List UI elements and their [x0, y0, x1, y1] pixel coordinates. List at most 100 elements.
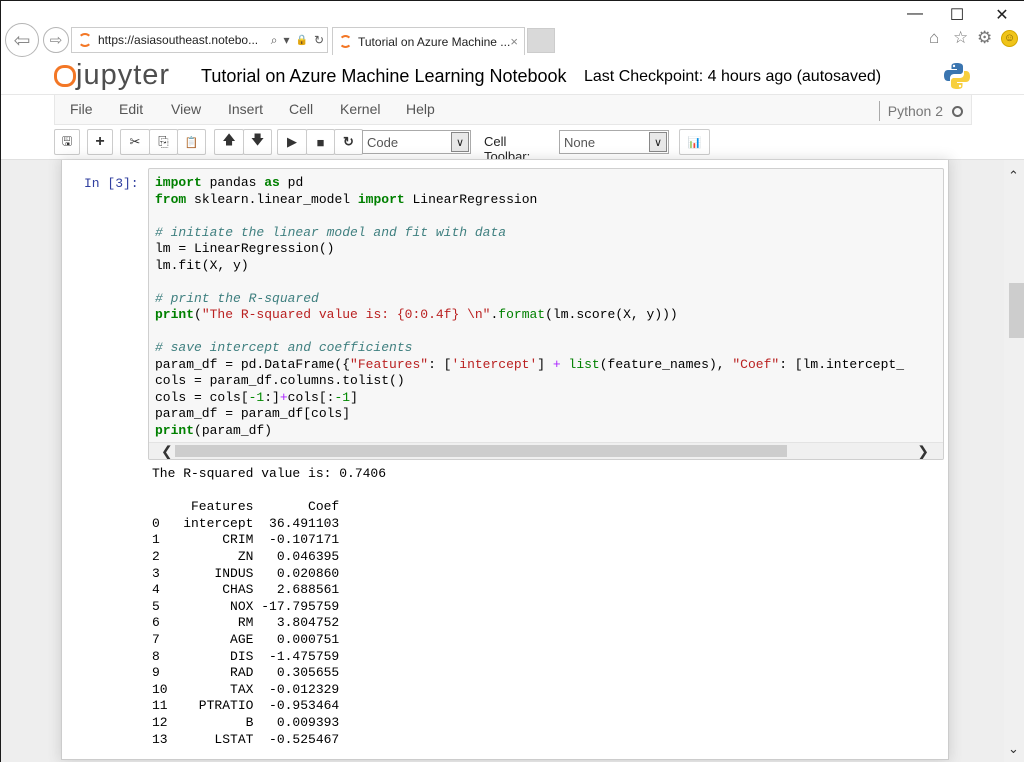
- celltoolbar-button[interactable]: 📊: [679, 129, 710, 155]
- code-token: # save intercept and coefficients: [155, 340, 413, 355]
- code-token: cols[:: [287, 389, 335, 405]
- interrupt-button[interactable]: ■: [306, 129, 335, 155]
- cell-type-value: Code: [367, 134, 399, 150]
- bar-chart-icon: 📊: [687, 136, 702, 149]
- code-text[interactable]: import pandas as pd from sklearn.linear_m…: [155, 175, 904, 439]
- copy-icon: ⎘: [158, 134, 169, 149]
- menu-kernel[interactable]: Kernel: [340, 101, 380, 117]
- maximize-button[interactable]: ☐: [947, 5, 967, 25]
- python-logo-icon: [944, 63, 970, 89]
- search-icon[interactable]: ⌕: [271, 33, 278, 48]
- home-icon[interactable]: ⌂: [929, 28, 939, 48]
- close-window-button[interactable]: ✕: [992, 5, 1012, 25]
- horizontal-scrollbar[interactable]: ❮ ❯: [149, 442, 943, 459]
- code-line: lm.fit(X, y): [155, 258, 904, 275]
- forward-arrow-icon: ⇨: [49, 32, 63, 49]
- cell-toolbar-select[interactable]: None ∨: [559, 130, 669, 154]
- vertical-scrollbar[interactable]: ⌃ ⌄: [1004, 160, 1024, 762]
- move-down-button[interactable]: 🡇: [243, 129, 272, 155]
- code-token: from: [155, 191, 187, 207]
- code-token: sklearn.linear_model: [186, 191, 358, 207]
- code-token: (lm.score(X, y))): [545, 307, 678, 322]
- code-line: import pandas as pd: [155, 175, 904, 192]
- notebook-title[interactable]: Tutorial on Azure Machine Learning Noteb…: [201, 66, 567, 87]
- scroll-up-icon[interactable]: ⌃: [1008, 168, 1019, 184]
- minimize-button[interactable]: —: [905, 5, 925, 23]
- tab-favicon-icon: [339, 35, 352, 48]
- new-tab-button[interactable]: [527, 28, 555, 53]
- checkpoint-status: Last Checkpoint: 4 hours ago (autosaved): [584, 68, 882, 85]
- scroll-left-icon[interactable]: ❮: [161, 443, 173, 459]
- menu-help[interactable]: Help: [406, 101, 435, 117]
- feedback-smiley-icon[interactable]: ☺: [1001, 30, 1018, 47]
- tab-close-icon[interactable]: ×: [510, 34, 518, 49]
- code-editor[interactable]: import pandas as pd from sklearn.linear_m…: [148, 168, 944, 460]
- menu-view[interactable]: View: [171, 101, 201, 117]
- code-token: (param_df): [194, 422, 273, 438]
- scroll-down-icon[interactable]: ⌄: [1008, 741, 1019, 757]
- table-row: 7 AGE 0.000751: [152, 631, 340, 647]
- code-token: param_df = pd.DataFrame({: [155, 356, 351, 372]
- menu-insert[interactable]: Insert: [228, 101, 263, 117]
- scissors-icon: ✂: [129, 134, 141, 149]
- run-button[interactable]: ▶: [277, 129, 307, 155]
- back-button[interactable]: ⇦: [5, 23, 39, 57]
- forward-button[interactable]: ⇨: [43, 27, 69, 53]
- jupyter-logo[interactable]: jupyter: [53, 59, 170, 92]
- plus-icon: +: [95, 133, 105, 150]
- url-text[interactable]: https://asiasoutheast.notebo...: [98, 33, 268, 47]
- cell-type-select[interactable]: Code ∨: [362, 130, 471, 154]
- kernel-idle-icon: [952, 105, 963, 117]
- favorites-star-icon[interactable]: ☆: [953, 28, 968, 48]
- code-token: print: [155, 307, 195, 322]
- menu-edit[interactable]: Edit: [119, 101, 143, 117]
- code-token: cols = cols[: [155, 389, 249, 405]
- code-token: param_df = param_df[cols]: [155, 406, 351, 421]
- paste-button[interactable]: 📋: [177, 129, 206, 155]
- refresh-icon[interactable]: ↻: [314, 33, 324, 47]
- stop-icon: ■: [316, 134, 325, 150]
- code-token: LinearRegression: [404, 191, 538, 207]
- table-row: 4 CHAS 2.688561: [152, 582, 340, 598]
- move-up-button[interactable]: 🡅: [214, 129, 244, 155]
- address-bar[interactable]: https://asiasoutheast.notebo... ⌕ ▾ 🔒 ↻: [71, 27, 328, 53]
- code-token: import: [357, 191, 405, 207]
- scroll-right-icon[interactable]: ❯: [917, 443, 929, 459]
- code-token: (feature_names),: [599, 356, 733, 372]
- horizontal-scroll-thumb[interactable]: [175, 445, 787, 457]
- code-token: : [lm.intercept_: [779, 356, 905, 372]
- arrow-up-icon: 🡅: [222, 132, 236, 147]
- code-token: +: [552, 356, 561, 372]
- dropdown-icon[interactable]: ▾: [283, 33, 289, 47]
- code-token: as: [264, 175, 280, 190]
- table-row: 9 RAD 0.305655: [152, 665, 340, 681]
- save-icon: 🖫: [61, 133, 73, 148]
- code-line: cols = param_df.columns.tolist(): [155, 373, 904, 390]
- code-token: "The R-squared value is: {0:0.4f} \n": [201, 307, 491, 322]
- browser-tab[interactable]: Tutorial on Azure Machine ... ×: [332, 27, 525, 55]
- copy-button[interactable]: ⎘: [149, 129, 178, 155]
- table-row: 12 B 0.009393: [152, 714, 340, 730]
- vertical-scroll-thumb[interactable]: [1009, 283, 1024, 338]
- insert-cell-button[interactable]: +: [87, 129, 113, 155]
- browser-window: — ☐ ✕ ⇦ ⇨ https://asiasoutheast.notebo..…: [0, 0, 1024, 762]
- code-line: # print the R-squared: [155, 291, 904, 308]
- table-row: 11 PTRATIO -0.953464: [152, 698, 340, 714]
- menu-file[interactable]: File: [70, 101, 93, 117]
- code-token: import: [155, 175, 202, 190]
- code-line: param_df = param_df[cols]: [155, 406, 904, 423]
- code-token: ]: [537, 356, 553, 372]
- code-token: format: [498, 307, 546, 322]
- code-token: pd: [279, 175, 304, 190]
- cut-button[interactable]: ✂: [120, 129, 150, 155]
- kernel-indicator[interactable]: Python 2: [878, 101, 963, 121]
- menu-cell[interactable]: Cell: [289, 101, 313, 117]
- settings-gear-icon[interactable]: ⚙: [977, 28, 992, 48]
- restart-button[interactable]: ↻: [334, 129, 363, 155]
- jupyter-header: jupyter Tutorial on Azure Machine Learni…: [1, 57, 1024, 95]
- save-button[interactable]: 🖫: [54, 129, 80, 155]
- kernel-name: Python 2: [887, 103, 943, 119]
- r-squared-output: The R-squared value is: 0.7406: [152, 466, 387, 481]
- code-line: # initiate the linear model and fit with…: [155, 225, 904, 242]
- lock-icon[interactable]: 🔒: [295, 35, 307, 46]
